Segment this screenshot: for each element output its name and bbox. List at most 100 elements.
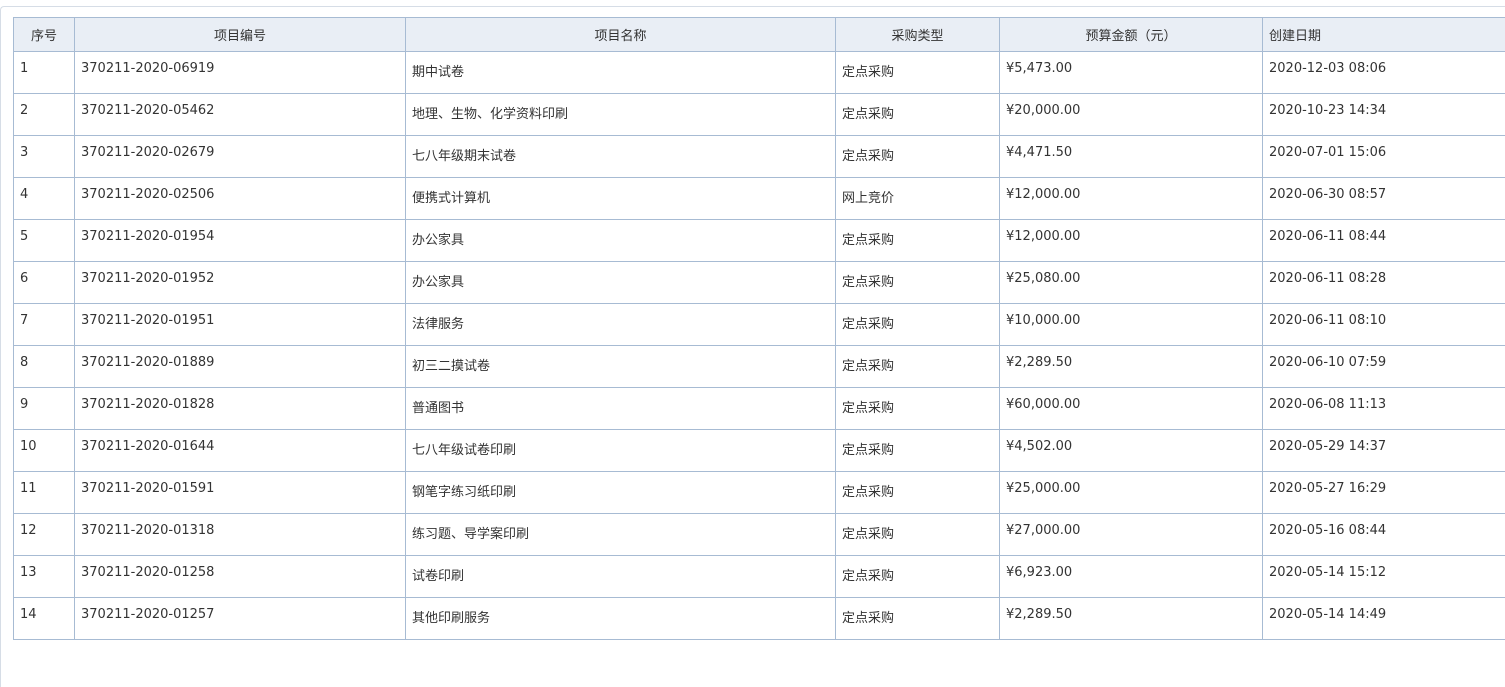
cell-index: 5 <box>14 220 75 262</box>
table-panel: 序号 项目编号 项目名称 采购类型 预算金额（元） 创建日期 1370211-2… <box>0 6 1505 687</box>
cell-project-name: 便携式计算机 <box>406 178 836 220</box>
cell-procurement-type: 定点采购 <box>836 136 1000 178</box>
table-row[interactable]: 12370211-2020-01318练习题、导学案印刷定点采购¥27,000.… <box>14 514 1505 556</box>
cell-budget: ¥5,473.00 <box>1000 52 1263 94</box>
column-header-index[interactable]: 序号 <box>14 18 75 52</box>
cell-project-name: 普通图书 <box>406 388 836 430</box>
table-row[interactable]: 1370211-2020-06919期中试卷定点采购¥5,473.002020-… <box>14 52 1505 94</box>
table-row[interactable]: 8370211-2020-01889初三二摸试卷定点采购¥2,289.50202… <box>14 346 1505 388</box>
table-row[interactable]: 9370211-2020-01828普通图书定点采购¥60,000.002020… <box>14 388 1505 430</box>
cell-project-name: 办公家具 <box>406 262 836 304</box>
cell-created-date: 2020-05-16 08:44 <box>1263 514 1505 556</box>
cell-project-code: 370211-2020-01258 <box>75 556 406 598</box>
cell-project-name: 七八年级期末试卷 <box>406 136 836 178</box>
table-row[interactable]: 5370211-2020-01954办公家具定点采购¥12,000.002020… <box>14 220 1505 262</box>
cell-project-code: 370211-2020-02679 <box>75 136 406 178</box>
table-body: 1370211-2020-06919期中试卷定点采购¥5,473.002020-… <box>14 52 1505 640</box>
cell-budget: ¥20,000.00 <box>1000 94 1263 136</box>
cell-project-code: 370211-2020-01951 <box>75 304 406 346</box>
cell-budget: ¥60,000.00 <box>1000 388 1263 430</box>
cell-procurement-type: 定点采购 <box>836 304 1000 346</box>
cell-created-date: 2020-06-10 07:59 <box>1263 346 1505 388</box>
cell-budget: ¥10,000.00 <box>1000 304 1263 346</box>
cell-created-date: 2020-05-14 14:49 <box>1263 598 1505 640</box>
cell-budget: ¥12,000.00 <box>1000 178 1263 220</box>
cell-project-name: 地理、生物、化学资料印刷 <box>406 94 836 136</box>
table-row[interactable]: 3370211-2020-02679七八年级期末试卷定点采购¥4,471.502… <box>14 136 1505 178</box>
cell-index: 2 <box>14 94 75 136</box>
cell-project-code: 370211-2020-01591 <box>75 472 406 514</box>
cell-index: 9 <box>14 388 75 430</box>
cell-created-date: 2020-10-23 14:34 <box>1263 94 1505 136</box>
cell-budget: ¥25,080.00 <box>1000 262 1263 304</box>
cell-procurement-type: 定点采购 <box>836 514 1000 556</box>
cell-budget: ¥2,289.50 <box>1000 346 1263 388</box>
cell-created-date: 2020-06-30 08:57 <box>1263 178 1505 220</box>
cell-project-code: 370211-2020-02506 <box>75 178 406 220</box>
cell-created-date: 2020-06-11 08:10 <box>1263 304 1505 346</box>
cell-budget: ¥6,923.00 <box>1000 556 1263 598</box>
cell-procurement-type: 定点采购 <box>836 220 1000 262</box>
cell-procurement-type: 定点采购 <box>836 94 1000 136</box>
cell-index: 1 <box>14 52 75 94</box>
cell-index: 6 <box>14 262 75 304</box>
cell-procurement-type: 定点采购 <box>836 472 1000 514</box>
cell-procurement-type: 定点采购 <box>836 430 1000 472</box>
cell-project-name: 钢笔字练习纸印刷 <box>406 472 836 514</box>
cell-project-name: 期中试卷 <box>406 52 836 94</box>
cell-budget: ¥4,502.00 <box>1000 430 1263 472</box>
cell-created-date: 2020-06-11 08:28 <box>1263 262 1505 304</box>
cell-project-name: 试卷印刷 <box>406 556 836 598</box>
header-row: 序号 项目编号 项目名称 采购类型 预算金额（元） 创建日期 <box>14 18 1505 52</box>
table-header: 序号 项目编号 项目名称 采购类型 预算金额（元） 创建日期 <box>14 18 1505 52</box>
cell-budget: ¥27,000.00 <box>1000 514 1263 556</box>
cell-budget: ¥4,471.50 <box>1000 136 1263 178</box>
cell-project-code: 370211-2020-01644 <box>75 430 406 472</box>
table-row[interactable]: 11370211-2020-01591钢笔字练习纸印刷定点采购¥25,000.0… <box>14 472 1505 514</box>
cell-procurement-type: 定点采购 <box>836 262 1000 304</box>
cell-project-name: 其他印刷服务 <box>406 598 836 640</box>
cell-index: 11 <box>14 472 75 514</box>
column-header-project-name[interactable]: 项目名称 <box>406 18 836 52</box>
cell-procurement-type: 定点采购 <box>836 556 1000 598</box>
cell-budget: ¥25,000.00 <box>1000 472 1263 514</box>
column-header-budget[interactable]: 预算金额（元） <box>1000 18 1263 52</box>
cell-index: 13 <box>14 556 75 598</box>
table-row[interactable]: 13370211-2020-01258试卷印刷定点采购¥6,923.002020… <box>14 556 1505 598</box>
cell-project-code: 370211-2020-01889 <box>75 346 406 388</box>
table-row[interactable]: 10370211-2020-01644七八年级试卷印刷定点采购¥4,502.00… <box>14 430 1505 472</box>
cell-created-date: 2020-05-29 14:37 <box>1263 430 1505 472</box>
cell-project-code: 370211-2020-01318 <box>75 514 406 556</box>
cell-index: 10 <box>14 430 75 472</box>
cell-project-name: 七八年级试卷印刷 <box>406 430 836 472</box>
cell-index: 7 <box>14 304 75 346</box>
cell-procurement-type: 定点采购 <box>836 346 1000 388</box>
cell-project-code: 370211-2020-01952 <box>75 262 406 304</box>
table-row[interactable]: 6370211-2020-01952办公家具定点采购¥25,080.002020… <box>14 262 1505 304</box>
cell-index: 12 <box>14 514 75 556</box>
cell-project-code: 370211-2020-01828 <box>75 388 406 430</box>
column-header-procurement-type[interactable]: 采购类型 <box>836 18 1000 52</box>
column-header-created-date[interactable]: 创建日期 <box>1263 18 1505 52</box>
table-row[interactable]: 2370211-2020-05462地理、生物、化学资料印刷定点采购¥20,00… <box>14 94 1505 136</box>
table-row[interactable]: 14370211-2020-01257其他印刷服务定点采购¥2,289.5020… <box>14 598 1505 640</box>
cell-created-date: 2020-07-01 15:06 <box>1263 136 1505 178</box>
table-row[interactable]: 4370211-2020-02506便携式计算机网上竞价¥12,000.0020… <box>14 178 1505 220</box>
cell-created-date: 2020-06-08 11:13 <box>1263 388 1505 430</box>
cell-procurement-type: 定点采购 <box>836 598 1000 640</box>
cell-project-name: 初三二摸试卷 <box>406 346 836 388</box>
cell-budget: ¥12,000.00 <box>1000 220 1263 262</box>
cell-project-code: 370211-2020-05462 <box>75 94 406 136</box>
cell-index: 8 <box>14 346 75 388</box>
cell-index: 4 <box>14 178 75 220</box>
cell-project-code: 370211-2020-01257 <box>75 598 406 640</box>
cell-procurement-type: 网上竞价 <box>836 178 1000 220</box>
cell-procurement-type: 定点采购 <box>836 52 1000 94</box>
column-header-project-code[interactable]: 项目编号 <box>75 18 406 52</box>
procurement-table: 序号 项目编号 项目名称 采购类型 预算金额（元） 创建日期 1370211-2… <box>13 17 1505 640</box>
cell-project-name: 练习题、导学案印刷 <box>406 514 836 556</box>
cell-created-date: 2020-05-14 15:12 <box>1263 556 1505 598</box>
table-row[interactable]: 7370211-2020-01951法律服务定点采购¥10,000.002020… <box>14 304 1505 346</box>
cell-created-date: 2020-12-03 08:06 <box>1263 52 1505 94</box>
cell-project-code: 370211-2020-01954 <box>75 220 406 262</box>
